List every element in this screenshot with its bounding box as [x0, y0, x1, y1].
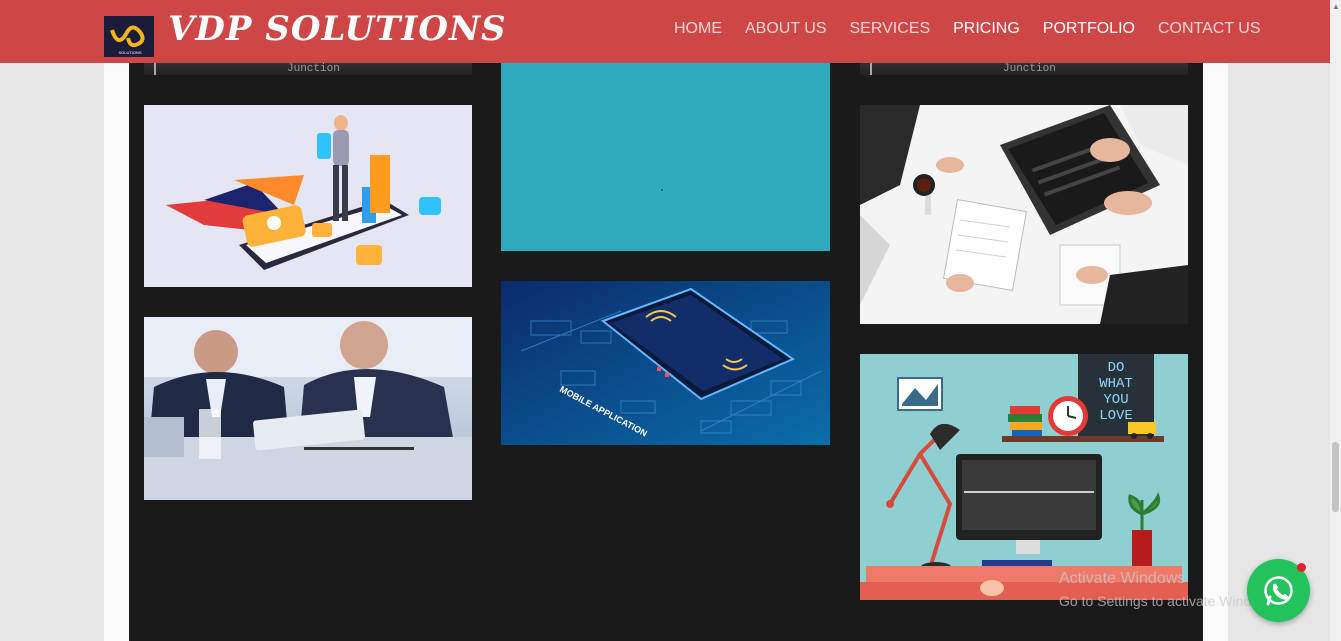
nav-contact-link[interactable]: CONTACT US	[1158, 20, 1261, 38]
portfolio-image-workspace-illustration[interactable]: DO WHAT YOU LOVE	[860, 354, 1188, 600]
nav-portfolio-link[interactable]: PORTFOLIO	[1043, 20, 1135, 38]
main-nav: HOME ABOUT US SERVICES PRICING PORTFOLIO…	[674, 20, 1284, 38]
nav-services-link[interactable]: SERVICES	[850, 20, 931, 38]
brand-name[interactable]: VDP SOLUTIONS	[168, 9, 507, 49]
strip-caption: Junction	[287, 63, 340, 75]
portfolio-image-mobile-application[interactable]: MOBILE APPLICATION	[501, 281, 830, 445]
nav-home-link[interactable]: HOME	[674, 20, 722, 38]
svg-text:YOU: YOU	[1103, 392, 1128, 408]
scroll-up-arrow-icon[interactable]: ▲	[1332, 2, 1340, 11]
nav-pricing-link[interactable]: PRICING	[953, 20, 1020, 38]
portfolio-image-mobile-analytics[interactable]	[144, 105, 472, 287]
svg-text:WHAT: WHAT	[1099, 376, 1133, 392]
notification-dot	[1297, 563, 1306, 572]
top-navbar: SOLUTIONS VDP SOLUTIONS HOME ABOUT US SE…	[0, 0, 1330, 63]
strip-caption: Junction	[1003, 63, 1056, 75]
portfolio-image-business-meeting[interactable]	[144, 317, 472, 500]
brand-logo[interactable]: SOLUTIONS	[104, 16, 154, 57]
page-scrollbar[interactable]: ▲	[1330, 0, 1341, 641]
scrollbar-thumb[interactable]	[1332, 442, 1339, 512]
portfolio-image-office-laptop[interactable]	[860, 105, 1188, 324]
svg-text:SOLUTIONS: SOLUTIONS	[118, 50, 141, 55]
svg-text:DO: DO	[1108, 360, 1125, 376]
nav-about-link[interactable]: ABOUT US	[745, 20, 827, 38]
svg-text:LOVE: LOVE	[1099, 408, 1133, 424]
portfolio-gallery: Junction Junction MOBILE APPLICATION DO …	[129, 0, 1203, 641]
